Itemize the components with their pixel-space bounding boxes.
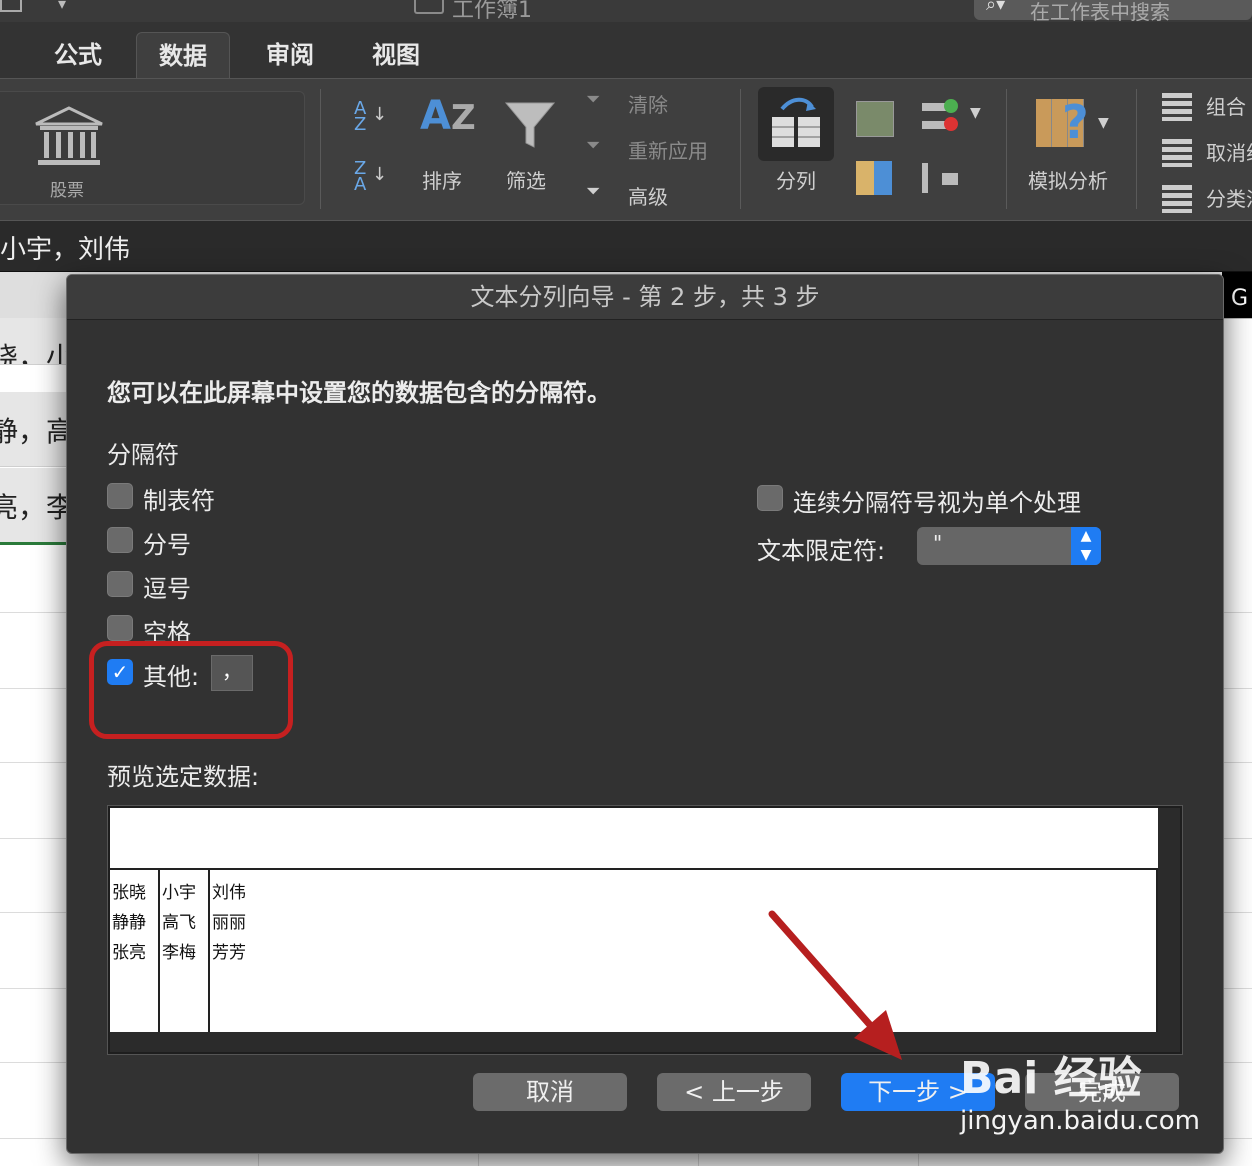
- preview-column[interactable]: 张晓 静静 张亮: [110, 870, 160, 1032]
- chevron-down-icon[interactable]: ▼: [970, 105, 981, 121]
- updown-chevron-icon[interactable]: ▲ ▼: [1071, 527, 1101, 565]
- text-qualifier-label: 文本限定符:: [757, 537, 886, 565]
- chevron-down-icon[interactable]: ▾: [58, 0, 66, 13]
- sort-descending-icon[interactable]: Z A ↓: [354, 160, 387, 194]
- tab-label: 制表符: [143, 487, 215, 515]
- advanced-filter-icon: ⏷: [586, 181, 601, 202]
- preview-grid: 张晓 静静 张亮 小宇 高飞 李梅 刘伟 丽丽 芳芳: [110, 808, 1158, 1032]
- preview-column[interactable]: 小宇 高飞 李梅: [160, 870, 210, 1032]
- bank-icon: [35, 106, 103, 165]
- remove-duplicates-icon[interactable]: [856, 161, 892, 195]
- formula-bar[interactable]: 小宇，刘伟: [0, 220, 1252, 272]
- tab-view[interactable]: 视图: [372, 32, 420, 78]
- tab-formulas[interactable]: 公式: [54, 32, 102, 78]
- workbook-icon: [414, 0, 444, 14]
- sort-label: 排序: [422, 169, 462, 193]
- data-validation-icon[interactable]: [922, 99, 962, 137]
- text-qualifier-select[interactable]: " ▲ ▼: [917, 527, 1101, 565]
- ribbon-tabs: 公式 数据 审阅 视图: [0, 22, 1252, 79]
- sidebar-icon[interactable]: [0, 0, 22, 12]
- preview-cell: 刘伟: [212, 883, 246, 903]
- text-to-columns-button[interactable]: [758, 87, 834, 161]
- ribbon: 股票 AZ↓ ZA↓ AZ 排序 筛选 ⏷ 清除 ⏷ 重新应用 ⏷ 高级: [0, 78, 1252, 221]
- filter-label: 筛选: [506, 169, 546, 193]
- formula-value: 小宇，刘伟: [0, 235, 131, 265]
- sheet-search-input[interactable]: ⌕▾ 在工作表中搜索: [974, 0, 1252, 22]
- preview-label: 预览选定数据:: [107, 763, 260, 791]
- preview-cell: 李梅: [162, 943, 196, 963]
- clear-label: 清除: [628, 93, 668, 117]
- reapply-filter-icon: ⏷: [586, 135, 601, 156]
- sort-icon: AZ: [420, 93, 476, 139]
- clear-filter-icon: ⏷: [586, 89, 601, 110]
- annotation-highlight-box: [89, 641, 293, 739]
- preview-cell: 小宇: [162, 883, 196, 903]
- semicolon-label: 分号: [143, 531, 191, 559]
- text-qualifier-value: ": [933, 531, 943, 555]
- sheet-row[interactable]: 晓，小: [0, 318, 66, 365]
- text-to-columns-label: 分列: [776, 169, 816, 193]
- tab-data[interactable]: 数据: [136, 32, 230, 79]
- window-title: 工作簿1: [452, 0, 532, 22]
- search-placeholder: 在工作表中搜索: [1030, 0, 1170, 22]
- checkbox-box[interactable]: [107, 483, 133, 509]
- question-icon: ?: [1062, 95, 1089, 149]
- reapply-label: 重新应用: [628, 139, 708, 163]
- title-bar: ▾ 工作簿1 ⌕▾ 在工作表中搜索: [0, 0, 1252, 22]
- advanced-label: 高级: [628, 185, 668, 209]
- stocks-label: 股票: [50, 181, 84, 201]
- what-if-label[interactable]: 模拟分析: [1028, 165, 1108, 194]
- preview-vertical-scrollbar[interactable]: [1158, 808, 1180, 1052]
- preview-cell: 静静: [112, 913, 146, 933]
- cancel-button[interactable]: 取消: [473, 1073, 627, 1111]
- dialog-title: 文本分列向导 - 第 2 步，共 3 步: [67, 275, 1223, 320]
- sheet-row[interactable]: 静，高: [0, 392, 66, 467]
- preview-column[interactable]: 刘伟 丽丽 芳芳: [210, 870, 1158, 1032]
- group-icon: [1162, 93, 1192, 121]
- dialog-instruction: 您可以在此屏幕中设置您的数据包含的分隔符。: [107, 379, 611, 407]
- chevron-down-icon[interactable]: ▼: [1098, 115, 1109, 131]
- consolidate-icon[interactable]: [922, 163, 962, 193]
- preview-header: [110, 808, 1158, 870]
- funnel-icon: [504, 102, 556, 148]
- baidu-watermark-url: jingyan.baidu.com: [960, 1106, 1200, 1136]
- ungroup-icon: [1162, 139, 1192, 167]
- flash-fill-icon[interactable]: [856, 101, 894, 137]
- preview-cell: 高飞: [162, 913, 196, 933]
- preview-cell: 丽丽: [212, 913, 246, 933]
- checkbox-box[interactable]: [757, 485, 783, 511]
- delimiters-heading: 分隔符: [107, 441, 179, 469]
- tab-review[interactable]: 审阅: [266, 32, 314, 78]
- sort-ascending-icon[interactable]: A Z ↓: [354, 100, 387, 134]
- subtotal-label: 分类汇总: [1206, 187, 1252, 211]
- preview-cell: 芳芳: [212, 943, 246, 963]
- checkbox-box[interactable]: [107, 615, 133, 641]
- subtotal-icon: [1162, 185, 1192, 213]
- treat-consecutive-label: 连续分隔符号视为单个处理: [793, 489, 1081, 517]
- text-import-wizard-dialog: 文本分列向导 - 第 2 步，共 3 步 您可以在此屏幕中设置您的数据包含的分隔…: [66, 274, 1224, 1154]
- comma-label: 逗号: [143, 575, 191, 603]
- data-preview: 张晓 静静 张亮 小宇 高飞 李梅 刘伟 丽丽 芳芳: [107, 805, 1183, 1055]
- preview-cell: 张晓: [112, 883, 146, 903]
- back-button[interactable]: < 上一步: [657, 1073, 811, 1111]
- what-if-icon[interactable]: ?: [1036, 95, 1100, 155]
- preview-cell: 张亮: [112, 943, 146, 963]
- stocks-button[interactable]: 股票: [0, 91, 305, 205]
- baidu-watermark-logo: Bai 经验: [960, 1053, 1142, 1104]
- ungroup-label: 取消组合: [1206, 141, 1252, 165]
- checkbox-box[interactable]: [107, 527, 133, 553]
- group-label: 组合: [1206, 95, 1246, 119]
- text-to-columns-icon: [772, 97, 820, 147]
- checkbox-box[interactable]: [107, 571, 133, 597]
- sheet-row[interactable]: 亮，李: [0, 468, 66, 545]
- annotation-arrow-icon: [768, 910, 902, 1060]
- search-icon: ⌕▾: [986, 0, 1006, 15]
- column-header-g[interactable]: G: [1222, 272, 1252, 318]
